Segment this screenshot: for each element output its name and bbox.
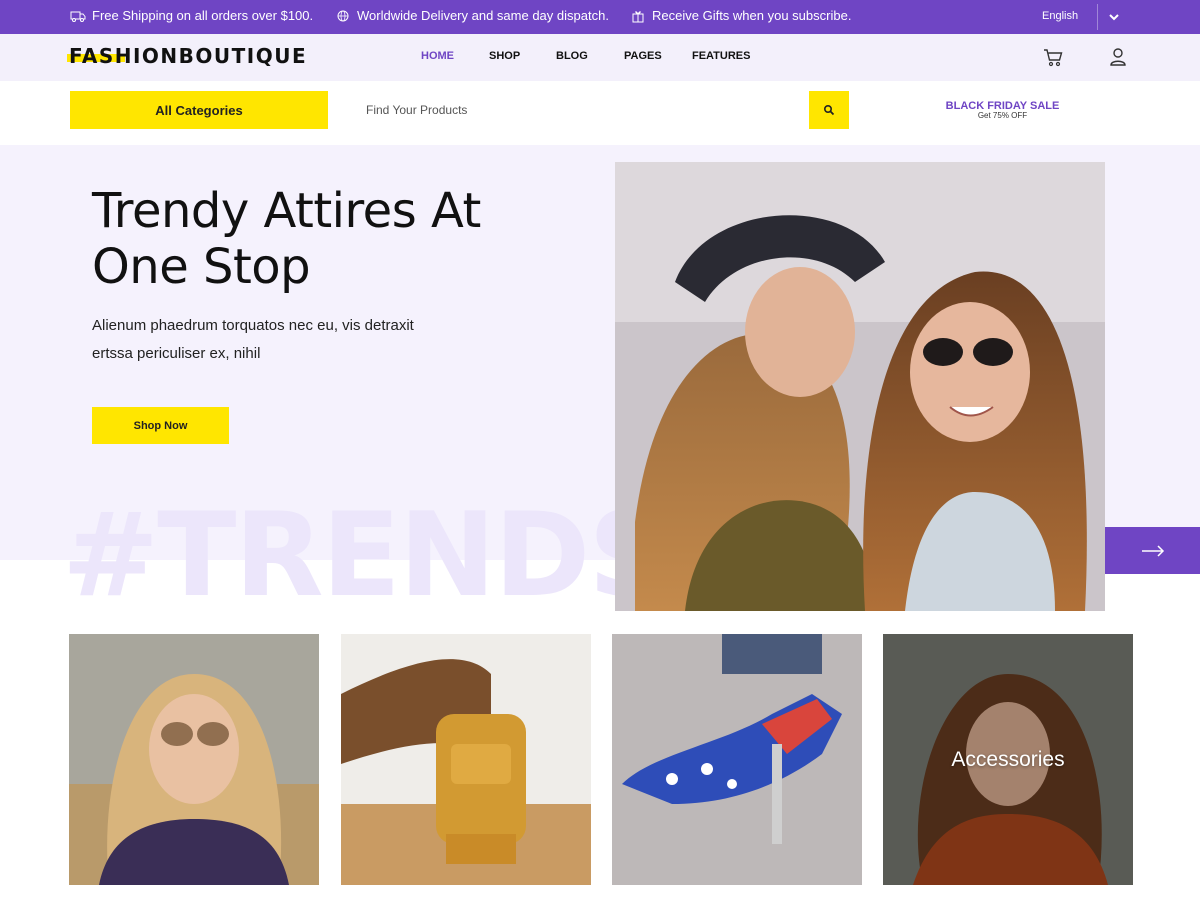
main-header: FASHIONBOUTIQUE HOME SHOP BLOG PAGES FEA… bbox=[0, 34, 1200, 81]
gift-message: Receive Gifts when you subscribe. bbox=[630, 8, 851, 23]
trends-watermark: #TRENDS bbox=[62, 488, 672, 623]
category-card-3[interactable] bbox=[612, 634, 862, 885]
delivery-message: Worldwide Delivery and same day dispatch… bbox=[335, 8, 609, 23]
hero-photo-illustration bbox=[615, 162, 1105, 611]
category-card-2[interactable] bbox=[341, 634, 591, 885]
gift-icon bbox=[632, 10, 644, 22]
category-card-1[interactable] bbox=[69, 634, 319, 885]
nav-item-features[interactable]: FEATURES bbox=[692, 50, 750, 62]
hero-image bbox=[615, 162, 1105, 611]
truck-icon bbox=[70, 11, 86, 22]
all-categories-button[interactable]: All Categories bbox=[70, 91, 328, 129]
search-icon bbox=[823, 104, 835, 116]
globe-icon bbox=[337, 10, 349, 21]
nav-item-home[interactable]: HOME bbox=[421, 50, 454, 62]
delivery-message-text: Worldwide Delivery and same day dispatch… bbox=[357, 8, 609, 23]
promo-subtitle: Get 75% OFF bbox=[977, 111, 1028, 120]
shop-now-button[interactable]: Shop Now bbox=[92, 407, 229, 444]
chevron-down-icon[interactable] bbox=[1107, 11, 1121, 23]
nav-item-blog[interactable]: BLOG bbox=[556, 50, 588, 62]
language-selector[interactable]: English bbox=[1042, 10, 1078, 22]
nav-item-shop[interactable]: SHOP bbox=[489, 50, 520, 62]
shipping-message: Free Shipping on all orders over $100. bbox=[70, 8, 313, 23]
product-search-input[interactable] bbox=[356, 95, 796, 125]
gift-message-text: Receive Gifts when you subscribe. bbox=[652, 8, 852, 23]
category-image-1 bbox=[69, 634, 319, 885]
category-label-accessories: Accessories bbox=[951, 748, 1065, 771]
cart-icon[interactable] bbox=[1042, 46, 1064, 68]
hero-title: Trendy Attires At One Stop bbox=[92, 183, 481, 295]
search-button[interactable] bbox=[809, 91, 849, 129]
language-divider bbox=[1097, 4, 1098, 30]
arrow-right-icon bbox=[1141, 544, 1164, 557]
category-image-3 bbox=[612, 634, 862, 885]
black-friday-promo[interactable]: BLACK FRIDAY SALE Get 75% OFF bbox=[930, 100, 1075, 120]
category-image-2 bbox=[341, 634, 591, 885]
top-announcement-bar: Free Shipping on all orders over $100. W… bbox=[0, 0, 1200, 34]
category-card-accessories[interactable]: Accessories bbox=[883, 634, 1133, 885]
nav-item-pages[interactable]: PAGES bbox=[624, 50, 662, 62]
user-icon[interactable] bbox=[1107, 46, 1129, 68]
logo-text: FASHIONBOUTIQUE bbox=[69, 44, 308, 68]
hero-next-button[interactable] bbox=[1105, 527, 1200, 574]
site-logo[interactable]: FASHIONBOUTIQUE bbox=[69, 44, 307, 68]
shipping-message-text: Free Shipping on all orders over $100. bbox=[92, 8, 314, 23]
hero-description: Alienum phaedrum torquatos nec eu, vis d… bbox=[92, 317, 414, 362]
search-row: All Categories BLACK FRIDAY SALE Get 75%… bbox=[0, 81, 1200, 145]
